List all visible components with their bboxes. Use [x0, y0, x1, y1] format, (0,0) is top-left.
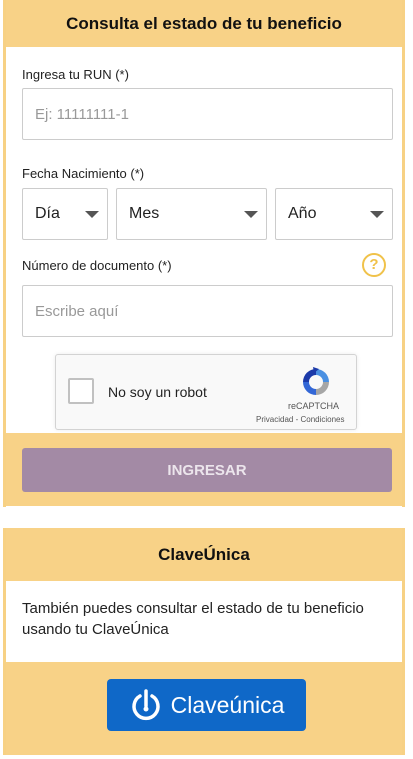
claveunica-info-text: También puedes consultar el estado de tu… — [22, 600, 364, 638]
document-number-label: Número de documento (*) — [22, 258, 172, 273]
help-icon[interactable]: ? — [362, 253, 386, 277]
document-number-placeholder: Escribe aquí — [35, 302, 119, 320]
chevron-down-icon — [85, 211, 99, 218]
recaptcha-brand: reCAPTCHA — [288, 401, 340, 411]
chevron-down-icon — [370, 211, 384, 218]
form-title: Consulta el estado de tu beneficio — [66, 13, 342, 33]
ingresar-button[interactable]: INGRESAR — [22, 448, 392, 492]
recaptcha-label: No soy un robot — [108, 384, 207, 400]
run-placeholder: Ej: 11111111-1 — [35, 105, 129, 123]
birth-date-label: Fecha Nacimiento (*) — [22, 166, 145, 181]
claveunica-title: ClaveÚnica — [158, 544, 250, 564]
claveunica-card: ClaveÚnica También puedes consultar el e… — [3, 528, 405, 755]
day-select-value: Día — [35, 205, 60, 222]
month-select[interactable]: Mes — [116, 188, 267, 240]
claveunica-header: ClaveÚnica — [6, 528, 402, 581]
run-input[interactable]: Ej: 11111111-1 — [22, 88, 393, 140]
document-number-input[interactable]: Escribe aquí — [22, 285, 393, 337]
beneficio-form-card: Consulta el estado de tu beneficio Ingre… — [3, 0, 405, 507]
power-icon — [131, 689, 160, 721]
recaptcha-widget: No soy un robot reCAPTCHA Privacidad - C… — [55, 354, 357, 430]
run-label: Ingresa tu RUN (*) — [22, 67, 129, 82]
form-header: Consulta el estado de tu beneficio — [6, 0, 402, 47]
month-select-value: Mes — [129, 205, 160, 222]
recaptcha-logo-icon — [303, 367, 329, 395]
year-select[interactable]: Año — [275, 188, 393, 240]
claveunica-button-label: Claveúnica — [170, 691, 285, 718]
recaptcha-links[interactable]: Privacidad - Condiciones — [256, 415, 345, 424]
claveunica-button[interactable]: Claveúnica — [107, 679, 306, 731]
day-select[interactable]: Día — [22, 188, 108, 240]
recaptcha-checkbox[interactable] — [68, 378, 94, 404]
chevron-down-icon — [244, 211, 258, 218]
year-select-value: Año — [288, 205, 317, 222]
